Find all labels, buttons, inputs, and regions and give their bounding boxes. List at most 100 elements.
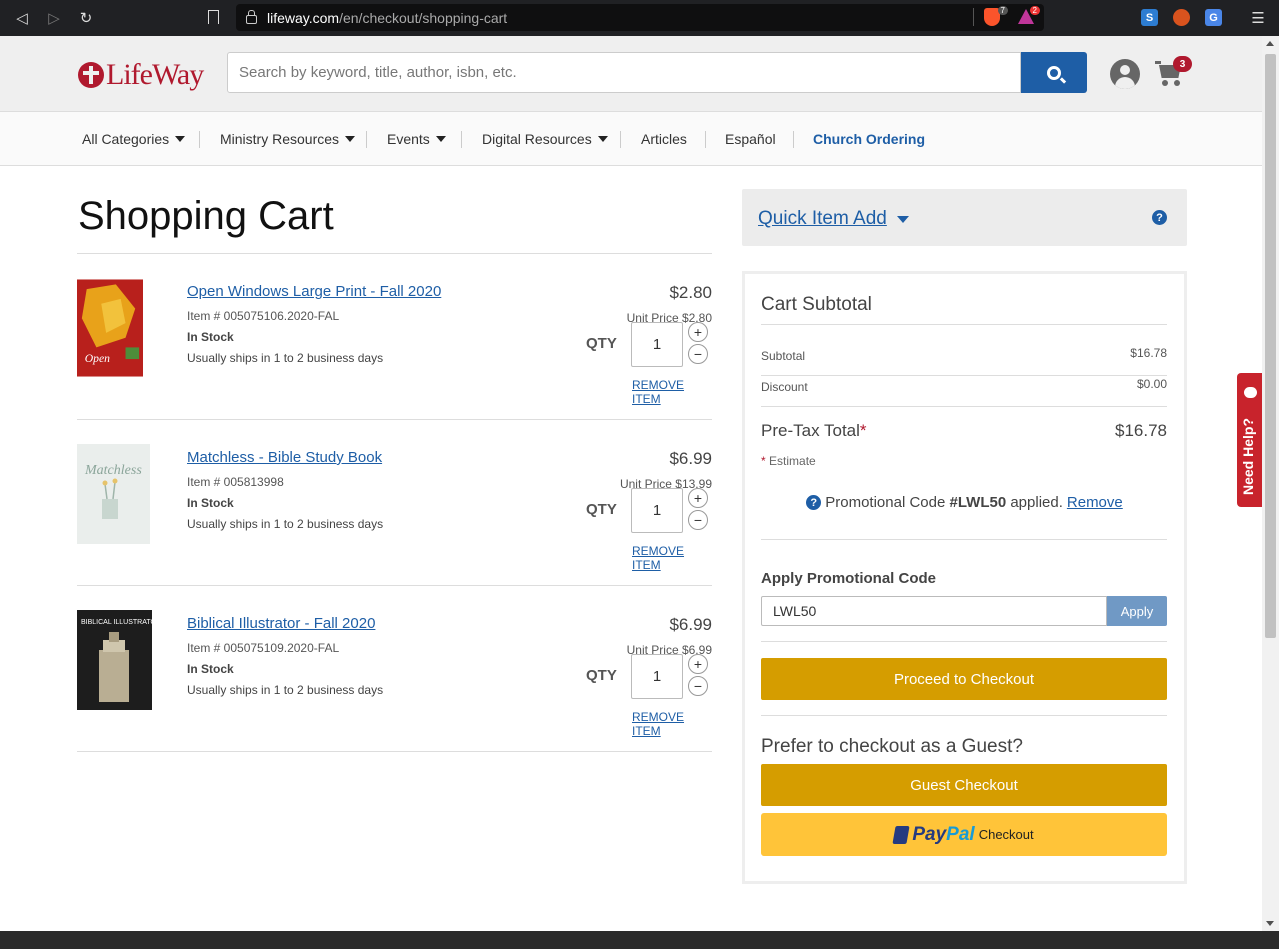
nav-ministry-resources[interactable]: Ministry Resources xyxy=(220,131,356,147)
search-input[interactable]: Search by keyword, title, author, isbn, … xyxy=(227,52,1021,93)
help-icon[interactable]: ? xyxy=(1152,210,1167,225)
proceed-to-checkout-button[interactable]: Proceed to Checkout xyxy=(761,658,1167,700)
item-number: Item # 005075106.2020-FAL xyxy=(187,309,340,323)
bookmark-icon[interactable] xyxy=(208,10,219,24)
scroll-down-icon[interactable] xyxy=(1266,921,1274,926)
item-title-link[interactable]: Matchless - Bible Study Book xyxy=(187,449,382,466)
reload-icon[interactable]: ↻ xyxy=(70,0,102,36)
account-icon[interactable] xyxy=(1110,59,1140,89)
svg-text:Open: Open xyxy=(85,352,110,365)
promo-applied-message: ? Promotional Code #LWL50 applied. Remov… xyxy=(745,494,1184,511)
item-title-link[interactable]: Biblical Illustrator - Fall 2020 xyxy=(187,615,375,632)
qty-decrease-button[interactable]: − xyxy=(688,344,708,364)
url-host: lifeway.com xyxy=(267,9,340,26)
qty-increase-button[interactable]: + xyxy=(688,654,708,674)
browser-toolbar: ◁ ▷ ↻ lifeway.com/en/checkout/shopping-c… xyxy=(0,0,1279,36)
nav-label: Articles xyxy=(641,131,687,147)
menu-icon[interactable]: ☰ xyxy=(1242,0,1274,36)
product-thumbnail[interactable]: Matchless xyxy=(77,444,150,544)
extension-s-icon[interactable]: S xyxy=(1141,9,1158,26)
divider xyxy=(761,375,1167,376)
extension-fox-icon[interactable] xyxy=(1173,9,1190,26)
nav-label: Events xyxy=(387,131,430,147)
nav-digital-resources[interactable]: Digital Resources xyxy=(482,131,608,147)
qty-decrease-button[interactable]: − xyxy=(688,510,708,530)
svg-text:Matchless: Matchless xyxy=(84,463,142,478)
item-number: Item # 005813998 xyxy=(187,475,284,489)
apply-promo-button[interactable]: Apply xyxy=(1107,596,1167,626)
quick-item-add[interactable]: Quick Item Add ? xyxy=(742,189,1187,246)
need-help-tab[interactable]: Need Help? xyxy=(1237,373,1263,507)
remove-item-link[interactable]: REMOVE ITEM xyxy=(632,710,712,738)
pretax-total-label: Pre-Tax Total* xyxy=(761,421,867,440)
logo-text: LifeWay xyxy=(106,58,204,91)
address-bar[interactable]: lifeway.com/en/checkout/shopping-cart 7 … xyxy=(236,4,1044,31)
paypal-logo-pal: Pal xyxy=(946,823,975,845)
quantity-input[interactable]: 1 xyxy=(631,488,683,533)
remove-item-link[interactable]: REMOVE ITEM xyxy=(632,544,712,572)
product-thumbnail[interactable]: Open xyxy=(77,278,143,378)
qty-increase-button[interactable]: + xyxy=(688,488,708,508)
cart-item: BIBLICAL ILLUSTRATOR Biblical Illustrato… xyxy=(77,586,712,752)
nav-label: Digital Resources xyxy=(482,131,592,147)
divider xyxy=(761,406,1167,407)
nav-label: All Categories xyxy=(82,131,170,147)
page-scrollbar[interactable] xyxy=(1262,36,1279,931)
discount-value: $0.00 xyxy=(1136,377,1167,391)
paypal-checkout-button[interactable]: PayPal Checkout xyxy=(761,813,1167,856)
quantity-input[interactable]: 1 xyxy=(631,322,683,367)
remove-promo-link[interactable]: Remove xyxy=(1067,494,1123,511)
divider xyxy=(761,641,1167,642)
paypal-icon xyxy=(892,825,910,844)
item-price: $2.80 xyxy=(669,283,712,302)
scroll-up-icon[interactable] xyxy=(1266,41,1274,46)
qty-decrease-button[interactable]: − xyxy=(688,676,708,696)
nav-divider xyxy=(705,131,706,148)
applied-promo-code: #LWL50 xyxy=(949,494,1007,511)
pretax-total-value: $16.78 xyxy=(1115,421,1167,440)
guest-checkout-prompt: Prefer to checkout as a Guest? xyxy=(761,736,1023,757)
nav-espanol[interactable]: Español xyxy=(725,131,776,147)
extension-translate-icon[interactable]: G xyxy=(1205,9,1222,26)
quantity-input[interactable]: 1 xyxy=(631,654,683,699)
item-price: $6.99 xyxy=(669,615,712,634)
shields-count: 7 xyxy=(997,6,1008,15)
nav-articles[interactable]: Articles xyxy=(641,131,687,147)
promo-code-input[interactable]: LWL50 xyxy=(761,596,1107,626)
quick-item-add-label[interactable]: Quick Item Add xyxy=(758,208,887,230)
item-title-link[interactable]: Open Windows Large Print - Fall 2020 xyxy=(187,283,441,300)
nav-events[interactable]: Events xyxy=(387,131,446,147)
product-thumbnail[interactable]: BIBLICAL ILLUSTRATOR xyxy=(77,610,152,710)
back-icon[interactable]: ◁ xyxy=(6,0,38,36)
page-title: Shopping Cart xyxy=(78,194,334,238)
caret-down-icon xyxy=(435,136,446,142)
nav-all-categories[interactable]: All Categories xyxy=(82,131,186,147)
item-price: $6.99 xyxy=(669,449,712,468)
need-help-label: Need Help? xyxy=(1240,417,1256,495)
guest-checkout-button[interactable]: Guest Checkout xyxy=(761,764,1167,806)
cart-item: Matchless Matchless - Bible Study Book I… xyxy=(77,420,712,586)
stock-status: In Stock xyxy=(187,662,234,676)
discount-label: Discount xyxy=(761,380,808,394)
scroll-thumb[interactable] xyxy=(1265,54,1276,638)
divider xyxy=(761,715,1167,716)
nav-church-ordering[interactable]: Church Ordering xyxy=(813,131,925,147)
nav-divider xyxy=(620,131,621,148)
search-icon xyxy=(1047,65,1061,80)
address-bar-divider xyxy=(973,8,974,26)
site-header: LifeWay Search by keyword, title, author… xyxy=(0,36,1262,112)
lifeway-logo[interactable]: LifeWay xyxy=(78,58,204,92)
page-footer xyxy=(0,931,1279,949)
forward-icon[interactable]: ▷ xyxy=(38,0,70,36)
nav-divider xyxy=(793,131,794,148)
search-button[interactable] xyxy=(1021,52,1087,93)
apply-promo-label: Apply Promotional Code xyxy=(761,570,937,587)
chat-bubble-icon xyxy=(1244,387,1257,398)
help-icon[interactable]: ? xyxy=(806,495,822,510)
remove-item-link[interactable]: REMOVE ITEM xyxy=(632,378,712,406)
paypal-logo-pay: Pay xyxy=(912,823,947,845)
url-path: /en/checkout/shopping-cart xyxy=(339,9,508,26)
qty-increase-button[interactable]: + xyxy=(688,322,708,342)
caret-down-icon xyxy=(175,136,186,142)
caret-down-icon xyxy=(897,216,909,223)
